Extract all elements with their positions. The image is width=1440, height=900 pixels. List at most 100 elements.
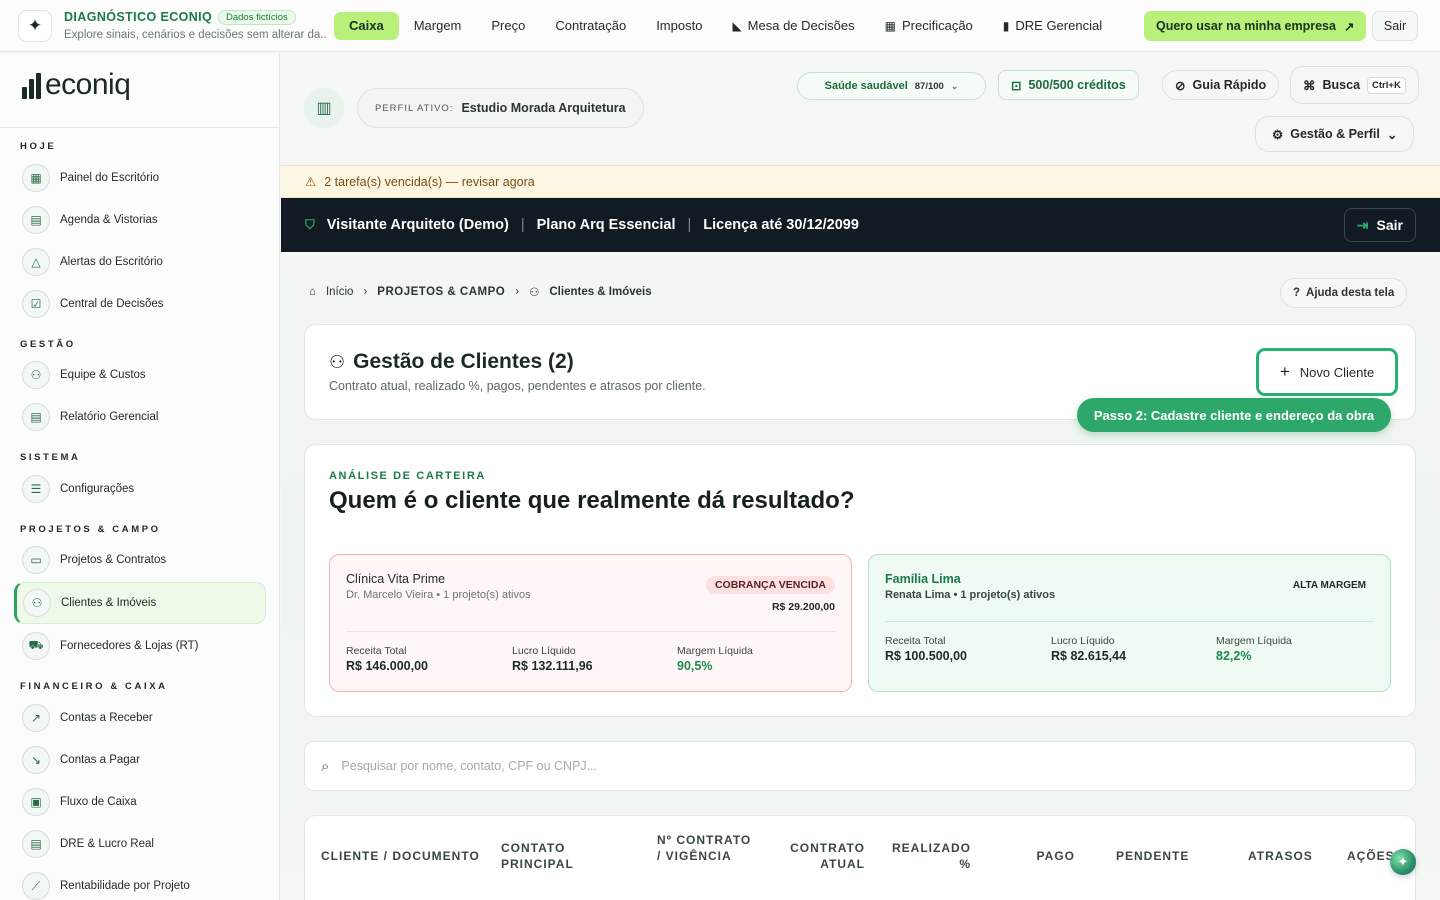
sidebar-item-relatorio[interactable]: ▤ Relatório Gerencial [14,397,266,437]
analysis-eyebrow: ANÁLISE DE CARTEIRA [329,470,486,482]
shield-check-icon: ⛉ [305,217,315,232]
sidebar-item-central-decisoes[interactable]: ☑ Central de Decisões [14,284,266,324]
column-header-atrasos[interactable]: ATRASOS [1248,848,1313,864]
search-icon: ⌕ [321,757,330,775]
sidebar-item-fluxo-caixa[interactable]: ▣ Fluxo de Caixa [14,782,266,822]
sidebar-item-configuracoes[interactable]: ☰ Configurações [14,469,266,509]
exit-diagnostic-button[interactable]: Sair [1372,11,1418,41]
grid-icon: ▦ [22,164,50,192]
sidebar-item-dre[interactable]: ▤ DRE & Lucro Real [14,824,266,864]
breadcrumb-section[interactable]: PROJETOS & CAMPO [377,286,505,298]
client-card-vita-prime[interactable]: Clínica Vita Prime Dr. Marcelo Vieira • … [329,554,852,692]
column-header-realizado[interactable]: REALIZADO % [889,840,971,872]
sidebar-item-contas-pagar[interactable]: ↘ Contas a Pagar [14,740,266,780]
client-search-input[interactable] [341,759,1042,773]
help-circle-icon: ? [1293,287,1301,299]
new-client-button[interactable]: + Novo Cliente [1256,348,1398,396]
column-header-contrato-atual[interactable]: CONTRATO ATUAL [785,840,865,872]
home-icon: ⌂ [309,286,316,298]
truck-icon: ⛟ [22,632,50,660]
quick-guide-button[interactable]: ⊘ Guia Rápido [1162,70,1280,100]
sidebar-item-clientes[interactable]: ⚇ Clientes & Imóveis [14,582,266,624]
chevron-down-icon: ⌄ [950,80,959,91]
client-search-bar: ⌕ [304,741,1416,791]
wallet-icon: ▣ [22,788,50,816]
tab-imposto[interactable]: Imposto [641,12,717,40]
warning-icon: ⚠ [305,175,317,189]
margin-metric: Margem Líquida 90,5% [677,645,753,673]
use-in-company-button[interactable]: Quero usar na minha empresa ↗ [1144,11,1367,41]
plus-icon: + [1279,362,1290,381]
screen-help-button[interactable]: ? Ajuda desta tela [1280,278,1408,308]
clients-table: CLIENTE / DOCUMENTO CONTATO PRINCIPAL Nº… [304,815,1416,900]
column-header-pendente[interactable]: PENDENTE [1116,848,1189,864]
chevron-right-icon: › [515,286,520,298]
sidebar-item-contas-receber[interactable]: ↗ Contas a Receber [14,698,266,738]
assistant-sparkle-icon[interactable]: ✦ [1390,849,1416,875]
search-command-button[interactable]: ⌘ Busca Ctrl+K [1290,66,1419,104]
tab-dre-gerencial[interactable]: ▮ DRE Gerencial [988,12,1117,40]
sidebar-item-fornecedores[interactable]: ⛟ Fornecedores & Lojas (RT) [14,626,266,666]
fictitious-data-badge: Dados fictícios [218,10,296,25]
document-icon: ▤ [22,403,50,431]
overdue-badge: COBRANÇA VENCIDA [705,576,835,594]
margin-metric: Margem Líquida 82,2% [1216,635,1292,663]
diagnostic-subtitle: Explore sinais, cenários e decisões sem … [64,29,326,41]
logout-button[interactable]: ⇥ Sair [1343,208,1416,242]
sidebar-item-painel[interactable]: ▦ Painel do Escritório [14,158,266,198]
analysis-title: Quem é o cliente que realmente dá result… [329,487,855,514]
breadcrumb: ⌂ Início › PROJETOS & CAMPO › ⚇ Clientes… [309,285,652,299]
users-icon: ⚇ [329,351,346,372]
diagnostic-brand: DIAGNÓSTICO ECONIQ [64,10,213,24]
file-icon: ▮ [1002,19,1010,33]
command-icon: ⌘ [1303,78,1316,93]
warning-icon: △ [22,248,50,276]
column-header-contato[interactable]: CONTATO PRINCIPAL [501,840,591,872]
sidebar-item-rentabilidade[interactable]: ⟋ Rentabilidade por Projeto [14,866,266,900]
tab-caixa[interactable]: Caixa [334,12,399,40]
overdue-amount: R$ 29.200,00 [771,601,835,613]
active-profile-selector[interactable]: PERFIL ATIVO: Estudio Morada Arquitetura [357,88,644,128]
check-square-icon: ☑ [22,290,50,318]
sidebar-section-sistema: SISTEMA [20,452,81,463]
onboarding-step-tooltip[interactable]: Passo 2: Cadastre cliente e endereço da … [1077,398,1391,432]
client-card-familia-lima[interactable]: Família Lima Renata Lima • 1 projeto(s) … [868,554,1391,692]
high-margin-badge: ALTA MARGEM [1292,580,1366,591]
page-subtitle: Contrato atual, realizado %, pagos, pend… [329,379,706,393]
page-title: ⚇ Gestão de Clientes (2) [329,350,574,373]
users-icon: ⚇ [529,287,540,299]
tab-preco[interactable]: Preço [476,12,540,40]
credits-button[interactable]: ⊡ 500/500 créditos [998,70,1139,100]
sparkle-icon[interactable]: ✦ [18,10,52,42]
tab-contratacao[interactable]: Contratação [540,12,641,40]
sidebar-item-equipe[interactable]: ⚇ Equipe & Custos [14,355,266,395]
tab-margem[interactable]: Margem [399,12,477,40]
revenue-metric: Receita Total R$ 100.500,00 [885,635,968,663]
banner-separator: | [687,217,692,233]
tab-mesa-de-decisoes[interactable]: ◣ Mesa de Decisões [717,12,869,40]
demo-user-banner: ⛉ Visitante Arquiteto (Demo) | Plano Arq… [281,198,1440,252]
econiq-logo[interactable]: econiq [22,70,131,100]
column-header-pago[interactable]: PAGO [1005,848,1075,864]
chart-icon: ◣ [732,19,742,33]
column-header-cliente[interactable]: CLIENTE / DOCUMENTO [321,848,480,864]
sidebar-item-alertas[interactable]: △ Alertas do Escritório [14,242,266,282]
card-divider [885,621,1374,622]
profit-metric: Lucro Líquido R$ 82.615,44 [1051,635,1127,663]
overdue-tasks-alert[interactable]: ⚠ 2 tarefa(s) vencida(s) — revisar agora [281,165,1440,198]
sidebar: econiq HOJE ▦ Painel do Escritório ▤ Agend… [0,53,280,900]
gear-icon: ⚙ [1272,127,1284,142]
tab-precificacao[interactable]: ▦ Precificação [870,12,988,40]
breadcrumb-home[interactable]: Início [326,286,354,298]
management-profile-dropdown[interactable]: ⚙ Gestão & Perfil ⌄ [1255,116,1415,152]
sidebar-section-financeiro: FINANCEIRO & CAIXA [20,681,168,692]
sidebar-item-projetos[interactable]: ▭ Projetos & Contratos [14,540,266,580]
column-header-contrato-vigencia[interactable]: Nº CONTRATO / VIGÊNCIA [657,832,757,864]
column-header-acoes[interactable]: AÇÕES [1347,848,1395,864]
health-status-dropdown[interactable]: Saúde saudável 87/100 ⌄ [797,72,986,100]
robot-icon: ⊡ [1011,78,1022,93]
sidebar-item-agenda[interactable]: ▤ Agenda & Vistorias [14,200,266,240]
bars-logo-icon [22,73,41,99]
trend-down-icon: ↘ [22,746,50,774]
arrow-up-right-icon: ↗ [1343,19,1355,34]
